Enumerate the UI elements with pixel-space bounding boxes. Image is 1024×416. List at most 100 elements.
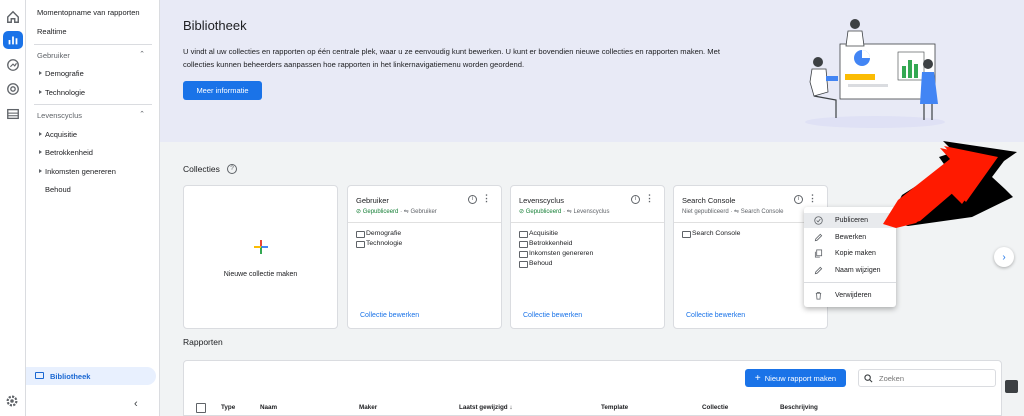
collection-status: Niet gepubliceerd · ⇋ Search Console: [682, 209, 784, 215]
reports-icon[interactable]: [3, 31, 23, 49]
more-vert-icon[interactable]: ⋮: [645, 193, 654, 204]
template-name: Gebruiker: [410, 209, 437, 215]
copy-icon: [814, 249, 823, 258]
list-item: Technologie: [356, 240, 402, 250]
select-all-checkbox[interactable]: [196, 403, 206, 413]
configure-icon[interactable]: [5, 106, 21, 122]
divider: [348, 222, 501, 223]
collection-topics: Acquisitie Betrokkenheid Inkomsten gener…: [519, 230, 593, 270]
edit-collection-link[interactable]: Collectie bewerken: [360, 312, 419, 319]
home-icon[interactable]: [5, 9, 21, 25]
list-item: Betrokkenheid: [519, 240, 593, 250]
advertising-icon[interactable]: [5, 81, 21, 97]
chevron-right-icon: ›: [1002, 251, 1006, 263]
menu-item-label: Kopie maken: [835, 250, 876, 257]
status-text: Gepubliceerd: [362, 209, 399, 215]
hero-description: U vindt al uw collecties en rapporten op…: [183, 47, 720, 69]
info-icon[interactable]: i: [631, 195, 640, 204]
sidebar-item-betrokkenheid[interactable]: Betrokkenheid: [39, 148, 93, 157]
library-hero: Bibliotheek U vindt al uw collecties en …: [160, 0, 1024, 142]
help-icon[interactable]: ?: [227, 164, 237, 174]
feedback-icon[interactable]: [1005, 380, 1018, 393]
divider: [511, 222, 664, 223]
collection-title: Gebruiker: [356, 196, 389, 205]
folder-icon: [35, 372, 44, 379]
template-name: Levenscyclus: [573, 209, 610, 215]
template-icon: ⇋: [734, 209, 740, 215]
sidebar-item-realtime[interactable]: Realtime: [37, 27, 67, 36]
column-header-last-modified[interactable]: Laatst gewijzigd ↓: [459, 404, 513, 411]
published-check-icon: ⊘: [356, 209, 362, 215]
collection-card-gebruiker: Gebruiker ⊘ Gepubliceerd · ⇋ Gebruiker i…: [347, 185, 502, 329]
sidebar-item-acquisitie[interactable]: Acquisitie: [38, 130, 77, 139]
new-report-button[interactable]: + Nieuw rapport maken: [745, 369, 846, 387]
explore-icon[interactable]: [5, 57, 21, 73]
collection-status: ⊘ Gepubliceerd · ⇋ Gebruiker: [356, 209, 437, 215]
status-text: Niet gepubliceerd: [682, 209, 729, 215]
collapse-sidebar-icon[interactable]: ‹: [134, 398, 138, 410]
reports-table: + Nieuw rapport maken Type Naam Maker La…: [183, 360, 1002, 416]
column-header-name[interactable]: Naam: [260, 404, 277, 411]
collection-title: Search Console: [682, 196, 736, 205]
learn-more-button[interactable]: Meer informatie: [183, 81, 262, 100]
edit-collection-link[interactable]: Collectie bewerken: [686, 312, 745, 319]
collection-status: ⊘ Gepubliceerd · ⇋ Levenscyclus: [519, 209, 610, 215]
sidebar-item-library[interactable]: Bibliotheek: [26, 367, 156, 385]
search-input[interactable]: [879, 372, 989, 384]
check-circle-icon: [814, 216, 823, 225]
next-collections-button[interactable]: ›: [994, 247, 1014, 267]
published-check-icon: ⊘: [519, 209, 525, 215]
sidebar-item-demografie[interactable]: Demografie: [39, 69, 84, 78]
sidebar-item-behoud[interactable]: Behoud: [45, 185, 71, 194]
template-icon: ⇋: [403, 209, 409, 215]
menu-item-label: Verwijderen: [835, 292, 872, 299]
menu-item-delete[interactable]: Verwijderen: [804, 288, 896, 303]
reports-heading: Rapporten: [183, 337, 223, 347]
people-collaborating-illustration: [805, 19, 945, 128]
info-icon[interactable]: i: [794, 195, 803, 204]
pencil-icon: [814, 233, 823, 242]
list-item: Acquisitie: [519, 230, 593, 240]
column-header-collection[interactable]: Collectie: [702, 404, 728, 411]
chevron-up-icon[interactable]: ⌃: [139, 110, 145, 118]
sidebar-section-lifecycle[interactable]: Levenscyclus: [37, 111, 82, 120]
search-box: [858, 369, 996, 387]
divider: [804, 282, 896, 283]
more-vert-icon[interactable]: ⋮: [482, 193, 491, 204]
list-item: Inkomsten genereren: [519, 250, 593, 260]
collection-card-levenscyclus: Levenscyclus ⊘ Gepubliceerd · ⇋ Levenscy…: [510, 185, 665, 329]
menu-item-rename[interactable]: Naam wijzigen: [804, 263, 896, 278]
collection-topics: Search Console: [682, 230, 740, 240]
menu-item-label: Naam wijzigen: [835, 267, 881, 274]
template-name: Search Console: [740, 209, 784, 215]
sidebar-nav: Momentopname van rapporten Realtime Gebr…: [26, 0, 160, 416]
list-item: Search Console: [682, 230, 740, 240]
plus-icon: +: [754, 372, 761, 384]
settings-icon[interactable]: [5, 394, 19, 408]
new-collection-label: Nieuwe collectie maken: [223, 271, 298, 278]
sidebar-item-inkomsten[interactable]: Inkomsten genereren: [39, 167, 116, 176]
column-header-template[interactable]: Template: [601, 404, 628, 411]
more-vert-icon[interactable]: ⋮: [808, 193, 817, 204]
trash-icon: [815, 291, 822, 300]
list-item: Demografie: [356, 230, 402, 240]
sidebar-item-technologie[interactable]: Technologie: [38, 88, 85, 97]
divider: [34, 44, 152, 45]
menu-item-copy[interactable]: Kopie maken: [804, 246, 896, 261]
column-header-type[interactable]: Type: [221, 404, 235, 411]
plus-icon: [254, 240, 268, 254]
new-collection-card[interactable]: Nieuwe collectie maken: [183, 185, 338, 329]
column-label: Laatst gewijzigd: [459, 404, 508, 411]
search-icon: [864, 374, 873, 383]
collection-topics: Demografie Technologie: [356, 230, 402, 250]
chevron-up-icon[interactable]: ⌃: [139, 50, 145, 58]
sidebar-section-user[interactable]: Gebruiker: [37, 51, 70, 60]
new-report-label: Nieuw rapport maken: [764, 373, 837, 383]
arrow-down-icon: ↓: [509, 404, 513, 411]
info-icon[interactable]: i: [468, 195, 477, 204]
divider: [34, 104, 152, 105]
column-header-description[interactable]: Beschrijving: [780, 404, 818, 411]
sidebar-item-snapshot[interactable]: Momentopname van rapporten: [37, 8, 140, 17]
column-header-maker[interactable]: Maker: [359, 404, 377, 411]
edit-collection-link[interactable]: Collectie bewerken: [523, 312, 582, 319]
